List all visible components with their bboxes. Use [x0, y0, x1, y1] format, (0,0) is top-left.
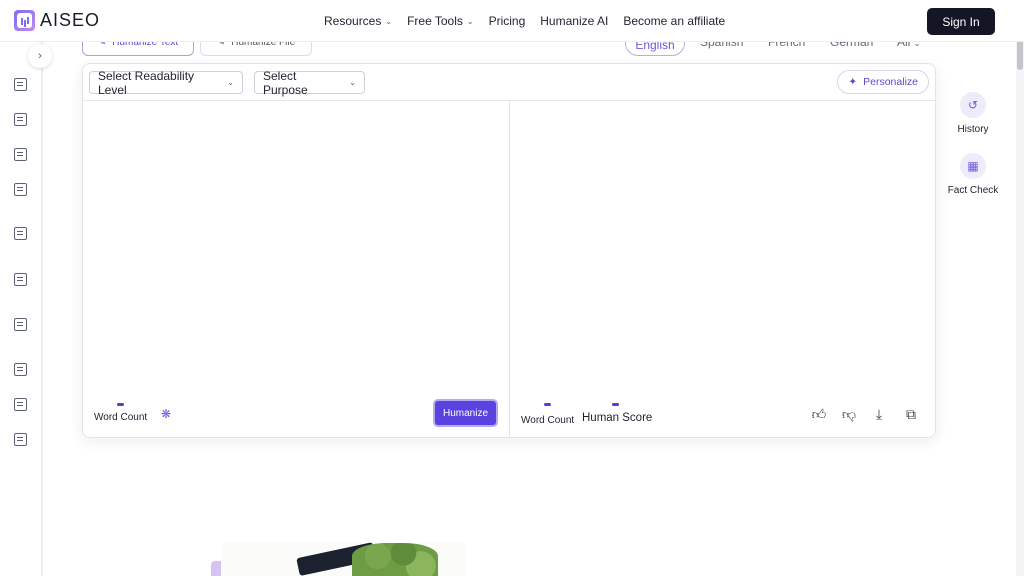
check-chart-icon[interactable] [14, 433, 27, 446]
image-edit-icon[interactable] [14, 183, 27, 196]
chevron-right-icon: › [38, 50, 42, 62]
chevron-down-icon: ⌄ [349, 78, 356, 87]
purpose-select[interactable]: Select Purpose ⌄ [254, 68, 365, 97]
select-label: Select Readability Level [98, 68, 195, 97]
file-search-icon[interactable] [14, 363, 27, 376]
nav-label: Become an affiliate [623, 14, 726, 28]
document-search-icon[interactable] [14, 227, 27, 240]
chart-icon[interactable] [14, 113, 27, 126]
download-icon[interactable]: ⤓ [871, 406, 887, 422]
fact-check-icon: ▦ [960, 153, 986, 179]
ai-detect-icon[interactable] [14, 398, 27, 411]
document-icon[interactable] [14, 78, 27, 91]
page-scrollbar[interactable] [1016, 0, 1024, 576]
button-label: Personalize [863, 76, 918, 88]
humanizer-editor: Select Readability Level ⌄ Select Purpose… [82, 63, 936, 438]
nav-label: Humanize AI [540, 14, 609, 28]
sign-in-button[interactable]: Sign In [927, 8, 995, 35]
word-count-indicator [544, 403, 551, 406]
humanize-button[interactable]: Humanize [433, 399, 498, 427]
main-nav: Resources ⌄ Free Tools ⌄ Pricing Humanize … [324, 14, 725, 28]
nav-resources[interactable]: Resources ⌄ [324, 14, 392, 28]
file-text-icon[interactable] [14, 273, 27, 286]
chevron-down-icon: ⌄ [227, 78, 234, 87]
nav-become-affiliate[interactable]: Become an affiliate [623, 14, 725, 28]
input-word-count-label: Word Count [94, 412, 148, 423]
nav-label: Resources [324, 14, 382, 28]
human-score-label: Human Score [582, 412, 653, 424]
select-label: Select Purpose [263, 68, 308, 97]
word-count-indicator [117, 403, 124, 406]
output-area [510, 101, 936, 391]
plant-image [352, 543, 438, 576]
aiseo-logo[interactable]: AISEO [14, 10, 100, 31]
nav-label: Free Tools [407, 14, 463, 28]
image-icon[interactable] [14, 148, 27, 161]
history-button[interactable]: ↺ History [944, 92, 1002, 135]
sidebar-expand-button[interactable]: › [28, 44, 52, 68]
human-score-indicator [612, 403, 619, 406]
rail-label: Fact Check [947, 185, 999, 196]
copy-icon[interactable]: ⧉ [903, 406, 919, 422]
history-icon: ↺ [960, 92, 986, 118]
thumbs-up-icon[interactable]: 👍︎ [811, 406, 827, 422]
input-textarea[interactable] [83, 101, 509, 391]
logo-icon [14, 10, 35, 31]
bot-icon[interactable] [14, 318, 27, 331]
fact-check-button[interactable]: ▦ Fact Check [944, 153, 1002, 196]
chevron-down-icon: ⌄ [385, 16, 393, 26]
top-navbar: AISEO Resources ⌄ Free Tools ⌄ Pricing Hum… [0, 0, 1024, 42]
chevron-down-icon: ⌄ [466, 16, 474, 26]
settings-gear-icon[interactable]: ❋ [161, 407, 171, 421]
output-word-count-label: Word Count [521, 415, 575, 426]
rail-label: History [957, 124, 989, 135]
nav-label: Pricing [488, 14, 526, 28]
nav-free-tools[interactable]: Free Tools ⌄ [407, 14, 474, 28]
nav-pricing[interactable]: Pricing [489, 14, 526, 28]
logo-text: AISEO [40, 10, 101, 30]
sparkle-icon: ✦ [848, 76, 858, 88]
tool-sidebar [0, 42, 43, 576]
editor-toolbar: Select Readability Level ⌄ Select Purpose… [83, 64, 935, 101]
personalize-button[interactable]: ✦ Personalize [837, 70, 929, 94]
nav-humanize-ai[interactable]: Humanize AI [540, 14, 608, 28]
decorative-accent [211, 561, 221, 576]
readability-level-select[interactable]: Select Readability Level ⌄ [89, 68, 243, 97]
thumbs-down-icon[interactable]: 👎︎ [841, 406, 857, 422]
